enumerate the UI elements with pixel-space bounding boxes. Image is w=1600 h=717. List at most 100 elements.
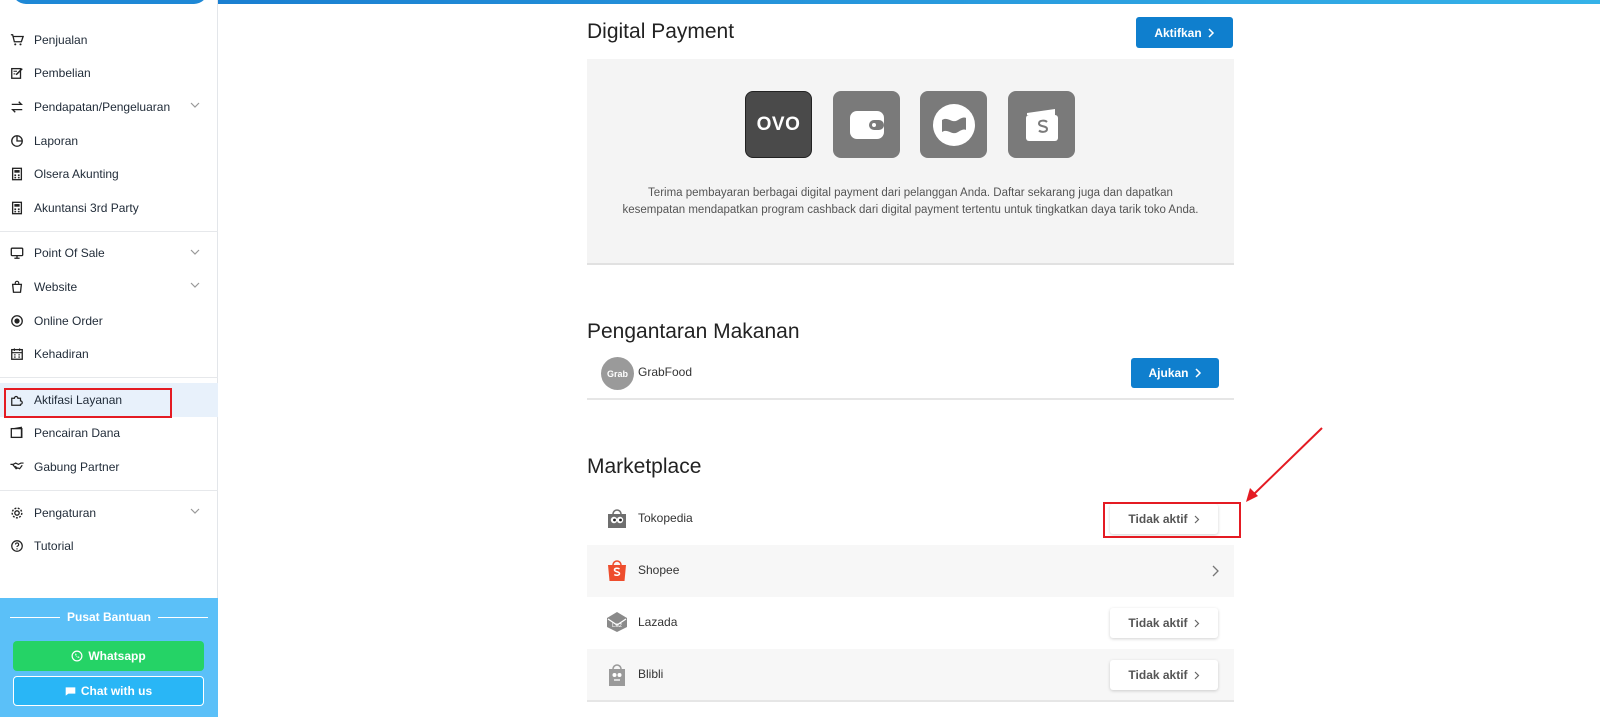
blibli-status-label: Tidak aktif — [1128, 668, 1188, 682]
chevron-right-icon[interactable] — [1210, 565, 1220, 577]
pie-chart-icon — [10, 134, 24, 148]
cart-icon — [10, 33, 24, 47]
sidebar-item-label: Pendapatan/Pengeluaran — [34, 99, 171, 114]
sidebar-item-pendapatan[interactable]: Pendapatan/Pengeluaran — [0, 90, 218, 124]
food-delivery-title: Pengantaran Makanan — [587, 320, 800, 343]
ajukan-label: Ajukan — [1148, 366, 1189, 380]
sidebar-item-label: Gabung Partner — [34, 459, 120, 474]
sidebar-item-label: Olsera Akunting — [34, 167, 119, 182]
sidebar-item-pengaturan[interactable]: Pengaturan — [0, 496, 218, 530]
whatsapp-button[interactable]: Whatsapp — [13, 641, 204, 671]
sidebar: Penjualan Pembelian Pendapatan/Pengeluar… — [0, 0, 218, 717]
s-wallet-app-icon — [1008, 91, 1075, 158]
calculator-icon — [10, 201, 24, 215]
handshake-icon — [10, 460, 24, 474]
wallet-icon — [10, 426, 24, 440]
tokopedia-logo — [605, 506, 629, 530]
annotation-arrow-icon — [1246, 427, 1323, 502]
sidebar-item-olsera-akunting[interactable]: Olsera Akunting — [0, 157, 218, 191]
sidebar-item-gabung-partner[interactable]: Gabung Partner — [0, 450, 218, 484]
sidebar-divider — [0, 376, 218, 378]
lazada-status-button[interactable]: Tidak aktif — [1110, 608, 1218, 638]
whatsapp-icon — [71, 650, 83, 662]
radio-icon — [10, 314, 24, 328]
sidebar-item-label: Pencairan Dana — [34, 426, 121, 441]
edit-doc-icon — [10, 66, 24, 80]
sidebar-item-label: Website — [34, 279, 78, 294]
marketplace-title: Marketplace — [587, 455, 702, 478]
sidebar-item-akuntansi-3rd-party[interactable]: Akuntansi 3rd Party — [0, 191, 218, 225]
grab-logo-text: Grab — [606, 368, 628, 379]
sidebar-item-online-order[interactable]: Online Order — [0, 304, 218, 338]
divider-line — [9, 617, 60, 619]
calendar-icon — [10, 347, 24, 361]
chevron-down-icon — [190, 508, 200, 514]
aktifkan-button[interactable]: Aktifkan — [1136, 17, 1233, 48]
sidebar-divider — [0, 230, 218, 232]
sidebar-item-pencairan-dana[interactable]: Pencairan Dana — [0, 417, 218, 451]
marketplace-bottom-border — [587, 700, 1234, 702]
sidebar-item-label: Akuntansi 3rd Party — [34, 200, 139, 215]
chevron-down-icon — [190, 282, 200, 289]
sidebar-top-pill — [12, 0, 208, 4]
ovo-logo: OVO — [745, 91, 812, 158]
help-center-panel: Pusat Bantuan Whatsapp Chat with us — [0, 598, 218, 717]
svg-text:Laz: Laz — [612, 622, 622, 629]
blibli-status-button[interactable]: Tidak aktif — [1110, 660, 1218, 690]
sidebar-item-point-of-sale[interactable]: Point Of Sale — [0, 237, 218, 271]
sidebar-item-pembelian[interactable]: Pembelian — [0, 57, 218, 91]
top-accent-bar — [218, 0, 1600, 4]
sidebar-item-tutorial[interactable]: Tutorial — [0, 529, 218, 563]
aktifkan-label: Aktifkan — [1154, 25, 1202, 40]
sidebar-item-label: Penjualan — [34, 32, 88, 47]
help-center-label: Pusat Bantuan — [66, 610, 151, 624]
chevron-right-icon — [1208, 27, 1214, 38]
sidebar-divider — [0, 489, 218, 491]
lazada-logo: Laz — [605, 610, 629, 634]
chevron-down-icon — [190, 249, 200, 255]
chevron-right-icon — [1194, 619, 1199, 627]
sidebar-item-label: Point Of Sale — [34, 246, 105, 261]
gear-icon — [10, 506, 24, 520]
sidebar-item-label: Online Order — [34, 313, 103, 328]
wallet-app-icon — [833, 91, 900, 158]
whatsapp-label: Whatsapp — [88, 649, 146, 663]
shopping-bag-icon — [10, 280, 24, 294]
chevron-down-icon — [190, 102, 200, 109]
shopee-logo — [605, 558, 629, 582]
chat-with-us-button[interactable]: Chat with us — [13, 676, 204, 706]
digital-payment-panel: OVO Terima pembayaran berbagai digital p… — [587, 59, 1234, 265]
grabfood-label: GrabFood — [638, 365, 693, 379]
sidebar-item-label: Laporan — [34, 133, 79, 148]
sidebar-item-laporan[interactable]: Laporan — [0, 124, 218, 158]
sidebar-item-label: Pembelian — [34, 66, 91, 81]
monitor-icon — [10, 246, 24, 260]
digital-payment-description: Terima pembayaran berbagai digital payme… — [622, 187, 1199, 216]
shopee-label: Shopee — [638, 563, 680, 577]
sidebar-item-label: Tutorial — [34, 539, 74, 554]
blibli-logo — [605, 662, 629, 686]
tokopedia-label: Tokopedia — [638, 511, 693, 525]
list-item-blibli: Blibli Tidak aktif — [587, 649, 1234, 701]
list-item-shopee[interactable]: Shopee — [587, 545, 1234, 597]
chat-icon — [65, 686, 76, 696]
sidebar-nav: Penjualan Pembelian Pendapatan/Pengeluar… — [0, 23, 218, 563]
sidebar-item-kehadiran[interactable]: Kehadiran — [0, 337, 218, 371]
calculator-icon — [10, 167, 24, 181]
sidebar-item-label: Pengaturan — [34, 505, 97, 520]
swap-icon — [10, 100, 24, 114]
flag-app-icon — [920, 91, 987, 158]
sidebar-item-website[interactable]: Website — [0, 270, 218, 304]
annotation-highlight-tokopedia — [1103, 502, 1241, 538]
blibli-label: Blibli — [638, 667, 664, 681]
ajukan-button[interactable]: Ajukan — [1131, 358, 1219, 388]
chevron-right-icon — [1194, 671, 1199, 679]
list-item-lazada: Laz Lazada Tidak aktif — [587, 597, 1234, 649]
grab-logo: Grab — [601, 357, 634, 390]
help-circle-icon — [10, 539, 24, 553]
chevron-right-icon — [1194, 368, 1201, 378]
sidebar-item-label: Kehadiran — [34, 347, 89, 362]
lazada-label: Lazada — [638, 615, 678, 629]
list-item-grabfood: Grab GrabFood Ajukan — [587, 348, 1234, 400]
sidebar-item-penjualan[interactable]: Penjualan — [0, 23, 218, 57]
